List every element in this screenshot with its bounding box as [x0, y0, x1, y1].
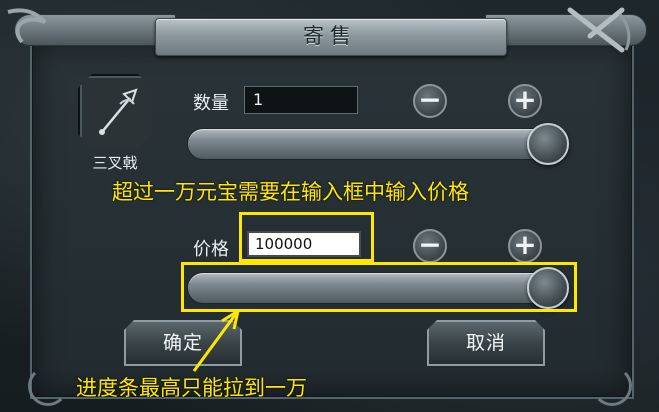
- plus-icon: +: [513, 228, 537, 261]
- cancel-button[interactable]: 取消: [427, 320, 545, 366]
- item-name: 三叉戟: [92, 154, 138, 172]
- price-annotation: 超过一万元宝需要在输入框中输入价格: [112, 180, 469, 204]
- plus-icon: +: [513, 83, 537, 116]
- quantity-slider[interactable]: [187, 128, 567, 160]
- corner-ornament-right: [592, 366, 632, 406]
- slider-annotation: 进度条最高只能拉到一万: [76, 376, 307, 400]
- quantity-plus-button[interactable]: +: [508, 84, 542, 118]
- item-slot[interactable]: [78, 74, 152, 148]
- price-minus-button[interactable]: −: [413, 229, 447, 263]
- minus-icon: −: [418, 83, 442, 116]
- quantity-minus-button[interactable]: −: [413, 84, 447, 118]
- quantity-slider-knob[interactable]: [527, 123, 569, 165]
- price-plus-button[interactable]: +: [508, 229, 542, 263]
- price-label: 价格: [193, 239, 229, 260]
- quantity-label: 数量: [193, 93, 229, 114]
- price-input[interactable]: 100000: [247, 231, 361, 257]
- minus-icon: −: [418, 228, 442, 261]
- trident-icon: [99, 88, 138, 135]
- close-icon[interactable]: [560, 2, 640, 57]
- quantity-input[interactable]: 1: [244, 86, 358, 114]
- ornament-left-icon: [7, 8, 47, 44]
- corner-ornament-left: [28, 366, 68, 406]
